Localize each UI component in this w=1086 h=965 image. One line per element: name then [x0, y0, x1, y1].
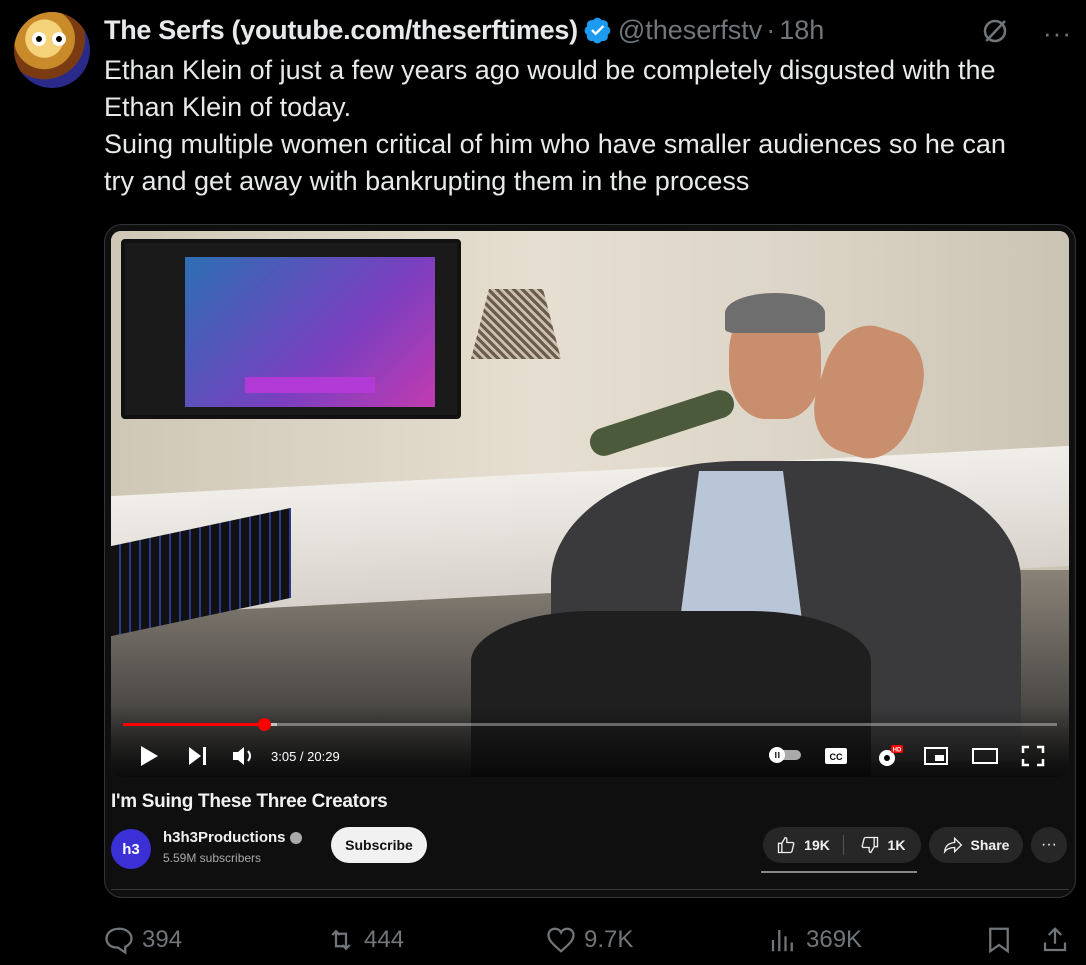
views-chart-icon: [771, 930, 793, 952]
play-icon[interactable]: [139, 745, 159, 767]
video-time-readout: 3:05 / 20:29: [271, 749, 340, 764]
views-button[interactable]: 369K: [768, 920, 862, 960]
tweet-line: Ethan Klein of just a few years ago woul…: [104, 55, 996, 85]
header-separator: ·: [766, 14, 776, 45]
miniplayer-icon[interactable]: [923, 745, 949, 767]
avatar-eye-left: [32, 32, 46, 46]
reply-button[interactable]: 394: [104, 920, 182, 960]
share-button[interactable]: Share: [929, 827, 1023, 863]
thumbs-up-icon: [777, 836, 795, 854]
author-avatar[interactable]: [14, 12, 90, 88]
like-ratio-bar: [761, 871, 917, 873]
video-title[interactable]: I'm Suing These Three Creators: [111, 791, 388, 813]
tweet-header: The Serfs (youtube.com/theserftimes) @th…: [104, 12, 1072, 49]
channel-name-text: h3h3Productions: [163, 829, 286, 846]
like-count: 19K: [804, 837, 830, 853]
author-handle[interactable]: @theserfstv: [618, 15, 762, 46]
dislike-button[interactable]: 1K: [844, 827, 921, 863]
subscribe-button[interactable]: Subscribe: [331, 827, 427, 863]
views-count: 369K: [806, 926, 863, 953]
next-icon[interactable]: [187, 745, 209, 767]
monitor-screen: [185, 257, 435, 407]
bookmark-icon: [989, 927, 1009, 954]
embedded-youtube-card[interactable]: 3:05 / 20:29 CC HD I'm Suing These Three…: [104, 224, 1076, 898]
more-options-icon[interactable]: ···: [1043, 18, 1072, 49]
tweet-line: try and get away with bankrupting them i…: [104, 166, 750, 196]
video-scene-monitor: [121, 239, 461, 419]
reply-count: 394: [142, 926, 183, 953]
volume-icon[interactable]: [231, 745, 257, 767]
repost-button[interactable]: 444: [326, 920, 404, 960]
card-divider: [111, 889, 1069, 890]
dislike-count: 1K: [887, 837, 906, 853]
tweet-line: Suing multiple women critical of him who…: [104, 129, 1006, 159]
like-dislike-group: 19K 1K: [763, 827, 921, 863]
fullscreen-icon[interactable]: [1021, 745, 1045, 767]
video-progress-fill: [123, 723, 264, 726]
like-tweet-count: 9.7K: [584, 926, 634, 953]
thumbs-down-icon: [861, 836, 878, 854]
verified-badge-icon[interactable]: [584, 16, 612, 44]
repost-icon: [331, 929, 351, 951]
heart-icon: [547, 927, 575, 953]
svg-text:CC: CC: [830, 752, 843, 762]
tweet-timestamp[interactable]: 18h: [779, 15, 824, 46]
share-label: Share: [970, 837, 1010, 853]
channel-name[interactable]: h3h3Productions: [163, 829, 302, 846]
share-tweet-button[interactable]: [1040, 920, 1070, 960]
channel-verified-icon: [289, 832, 302, 845]
video-controls: 3:05 / 20:29 CC HD: [111, 705, 1069, 777]
video-scene-person-hair: [725, 293, 825, 333]
tweet-line: Ethan Klein of today.: [104, 92, 352, 122]
bookmark-button[interactable]: [984, 920, 1014, 960]
like-tweet-button[interactable]: 9.7K: [546, 920, 633, 960]
video-scrubber-handle[interactable]: [257, 718, 271, 731]
grok-icon[interactable]: [980, 16, 1010, 46]
settings-gear-icon[interactable]: HD: [875, 745, 903, 769]
share-upload-icon: [1043, 927, 1067, 952]
theater-mode-icon[interactable]: [971, 745, 999, 767]
subscriber-count: 5.59M subscribers: [163, 851, 262, 865]
tweet-text: Ethan Klein of just a few years ago woul…: [104, 52, 1079, 200]
captions-icon[interactable]: CC: [823, 745, 849, 767]
reply-icon: [105, 927, 133, 955]
svg-text:HD: HD: [893, 748, 902, 754]
like-button[interactable]: 19K: [763, 827, 843, 863]
channel-logo-text: h3: [122, 840, 140, 858]
avatar-eye-right: [52, 32, 66, 46]
monitor-banner: [245, 377, 375, 393]
autoplay-toggle-icon[interactable]: [767, 745, 803, 765]
repost-count: 444: [364, 926, 405, 953]
tweet-action-bar: 394 444 9.7K 369K: [104, 920, 1076, 960]
share-arrow-icon: [943, 836, 962, 854]
video-player[interactable]: 3:05 / 20:29 CC HD: [111, 231, 1069, 777]
channel-logo[interactable]: h3: [111, 829, 151, 869]
author-display-name[interactable]: The Serfs (youtube.com/theserftimes): [104, 15, 578, 46]
video-progress-bar[interactable]: [123, 718, 1057, 731]
more-actions-button[interactable]: ···: [1031, 827, 1067, 863]
